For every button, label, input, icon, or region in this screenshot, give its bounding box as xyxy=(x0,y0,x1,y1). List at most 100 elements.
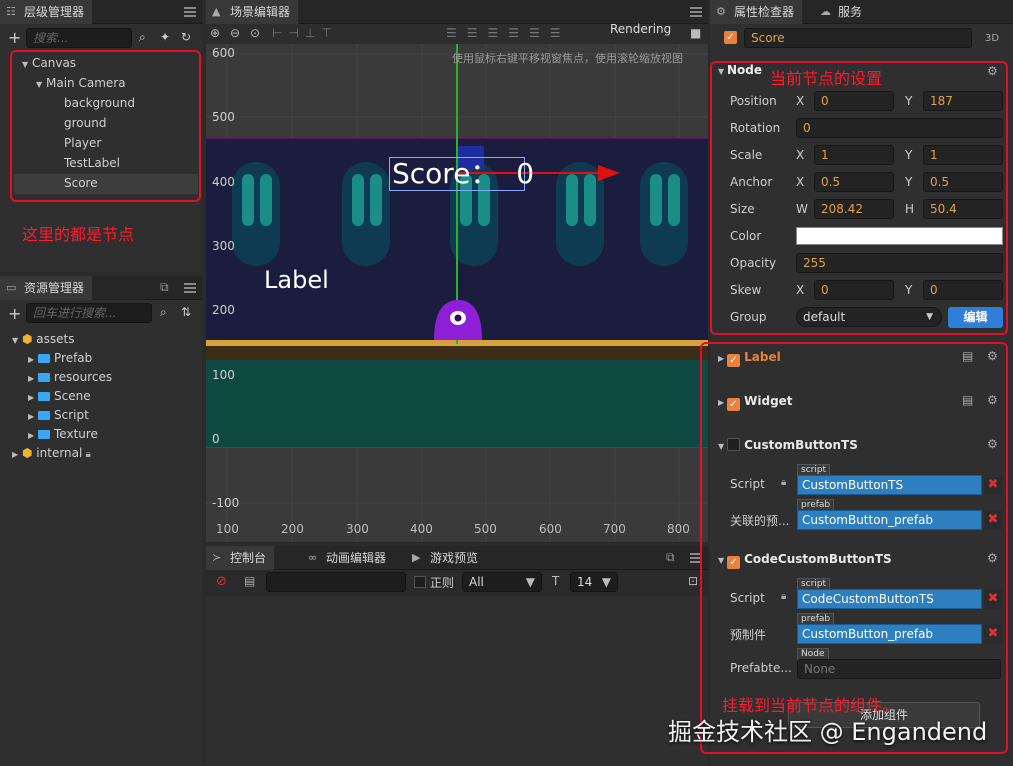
expand-icon: ▼ xyxy=(12,336,19,345)
hierarchy-icon: ☷ xyxy=(6,5,16,18)
panel-menu-icon[interactable] xyxy=(184,7,196,17)
assets-search-input[interactable]: 回车进行搜索... xyxy=(26,303,152,323)
tab-assets-label: 资源管理器 xyxy=(24,281,85,295)
font-size-value: 14 xyxy=(577,575,593,589)
player-sprite[interactable] xyxy=(432,298,484,340)
font-size-icon: T xyxy=(552,574,560,588)
zoom-out-icon[interactable]: ⊖ xyxy=(230,26,240,40)
tab-animation-label: 动画编辑器 xyxy=(326,551,387,565)
ruler-x-400: 400 xyxy=(410,522,433,536)
assets-tabbar: ▭ 资源管理器 ⧉ xyxy=(0,276,202,300)
ground-sprite xyxy=(206,360,708,448)
ruler-x-600: 600 xyxy=(539,522,562,536)
ground-bound xyxy=(206,447,708,448)
ruler-y-300: 300 xyxy=(212,239,235,253)
tab-services[interactable]: ☁ 服务 xyxy=(814,0,870,24)
tab-game-preview-label: 游戏预览 xyxy=(430,551,479,565)
collapse-console-icon[interactable]: ⊡ xyxy=(688,574,698,588)
asset-item-internal[interactable]: ▶ ⬢ internal 🔒︎ xyxy=(12,443,91,463)
tab-console[interactable]: ≻ 控制台 xyxy=(206,546,275,570)
ruler-y-600: 600 xyxy=(212,46,235,60)
font-size-select[interactable]: 14 ▼ xyxy=(570,572,618,592)
console-toolbar: ⊘ ▤ 正则 All ▼ T 14 ▼ ⊡ xyxy=(206,570,708,596)
scene-panel: ▲ 场景编辑器 ⊕ ⊖ ⊙ ⊢⊣⊥⊤ ☰☰☰☰☰☰ Rendering ■ Sc… xyxy=(206,0,708,542)
popout-icon[interactable]: ⧉ xyxy=(666,550,675,565)
sort-icon[interactable]: ⇅ xyxy=(181,305,191,319)
annotation-box-components xyxy=(700,342,1008,754)
tab-inspector-label: 属性检查器 xyxy=(734,5,795,19)
search-icon[interactable]: ⌕ xyxy=(160,305,167,320)
tab-assets[interactable]: ▭ 资源管理器 xyxy=(0,276,93,300)
zoom-in-icon[interactable]: ⊕ xyxy=(210,26,220,40)
ruler-x-200: 200 xyxy=(281,522,304,536)
db-icon: ⬢ xyxy=(22,332,37,346)
asset-item-texture[interactable]: ▶ Texture xyxy=(28,424,98,444)
folder-icon: ▭ xyxy=(6,281,17,294)
rendering-dropdown[interactable]: Rendering xyxy=(610,22,671,36)
score-label-node[interactable]: Score： 0 xyxy=(389,157,534,191)
asset-item-resources[interactable]: ▶ resources xyxy=(28,367,112,387)
scene-viewport[interactable]: Score： 0 Label 使用鼠标右键平移视窗焦点，使用滚轮缩放视图 600… xyxy=(206,44,708,542)
asset-label: Prefab xyxy=(54,351,93,365)
tab-hierarchy[interactable]: ☷ 层级管理器 xyxy=(0,0,93,24)
db-icon: ⬢ xyxy=(22,446,37,460)
folder-icon xyxy=(38,430,50,439)
search-icon[interactable]: ⌕ xyxy=(139,30,146,45)
locate-icon[interactable]: ✦ xyxy=(160,30,170,44)
console-panel: ≻ 控制台 ∞ 动画编辑器 ▶ 游戏预览 ⧉ ⊘ ▤ 正则 All ▼ T 14 ▼ ⊡ xyxy=(206,546,708,766)
tab-game-preview[interactable]: ▶ 游戏预览 xyxy=(406,546,486,570)
node-name-input[interactable]: Score xyxy=(744,28,972,48)
distribute-icons[interactable]: ☰☰☰☰☰☰ xyxy=(446,26,571,40)
tab-animation[interactable]: ∞ 动画编辑器 xyxy=(302,546,394,570)
label-node[interactable]: Label xyxy=(264,266,329,294)
hierarchy-tabbar: ☷ 层级管理器 xyxy=(0,0,202,24)
tab-inspector[interactable]: ⚙ 属性检查器 xyxy=(710,0,803,24)
zoom-reset-icon[interactable]: ⊙ xyxy=(250,26,260,40)
clear-icon[interactable]: ⊘ xyxy=(216,574,227,589)
asset-item-scene[interactable]: ▶ Scene xyxy=(28,386,91,406)
log-level-select[interactable]: All ▼ xyxy=(462,572,542,592)
gear-icon: ⚙ xyxy=(716,5,726,18)
chevron-down-icon: ▼ xyxy=(525,575,535,589)
hierarchy-panel: ☷ 层级管理器 + 搜索... ⌕ ✦ ↻ ▼ Canvas ▼ Main Came… xyxy=(0,0,202,272)
asset-label: Script xyxy=(54,408,89,422)
add-asset-icon[interactable]: + xyxy=(8,304,21,323)
asset-item-assets[interactable]: ▼ ⬢ assets xyxy=(12,329,75,349)
refresh-icon[interactable]: ↻ xyxy=(181,30,191,44)
log-file-icon[interactable]: ▤ xyxy=(244,574,255,588)
panel-menu-icon[interactable] xyxy=(690,7,702,17)
annotation-nodes-text: 这里的都是节点 xyxy=(22,225,135,244)
scene-toolbar: ⊕ ⊖ ⊙ ⊢⊣⊥⊤ ☰☰☰☰☰☰ Rendering ■ xyxy=(206,22,708,44)
assets-search-placeholder: 回车进行搜索... xyxy=(33,306,117,320)
hierarchy-search-input[interactable]: 搜索... xyxy=(26,28,132,48)
regex-checkbox[interactable] xyxy=(414,576,426,588)
hierarchy-search-placeholder: 搜索... xyxy=(33,31,69,45)
lock-icon: 🔒︎ xyxy=(82,449,91,460)
asset-label: assets xyxy=(36,332,75,346)
align-icons[interactable]: ⊢⊣⊥⊤ xyxy=(272,26,338,40)
folder-icon xyxy=(38,373,50,382)
ruler-y-0: 0 xyxy=(212,432,220,446)
preview-icon: ▶ xyxy=(412,551,421,564)
popout-icon[interactable]: ⧉ xyxy=(160,280,169,295)
node-active-checkbox[interactable]: ✓ xyxy=(724,31,737,44)
ruler-y-400: 400 xyxy=(212,175,235,189)
tab-console-label: 控制台 xyxy=(230,551,267,565)
asset-item-prefab[interactable]: ▶ Prefab xyxy=(28,348,92,368)
add-icon[interactable]: + xyxy=(8,28,21,47)
inspector-tabbar: ⚙ 属性检查器 ☁ 服务 xyxy=(710,0,1013,24)
console-filter-input[interactable] xyxy=(266,572,406,592)
console-icon: ≻ xyxy=(212,551,222,564)
ruler-y-100: 100 xyxy=(212,368,235,382)
scene-tabbar: ▲ 场景编辑器 xyxy=(206,0,708,24)
mode-3d-toggle[interactable]: 3D xyxy=(985,33,999,44)
folder-icon xyxy=(38,392,50,401)
ground-dirt xyxy=(206,346,708,360)
camera-icon[interactable]: ■ xyxy=(690,26,701,40)
ruler-x-300: 300 xyxy=(346,522,369,536)
ruler-x-700: 700 xyxy=(603,522,626,536)
tab-scene[interactable]: ▲ 场景编辑器 xyxy=(206,0,299,24)
panel-menu-icon[interactable] xyxy=(184,283,196,293)
x-axis-arrow-icon[interactable] xyxy=(598,165,620,181)
asset-item-script[interactable]: ▶ Script xyxy=(28,405,89,425)
